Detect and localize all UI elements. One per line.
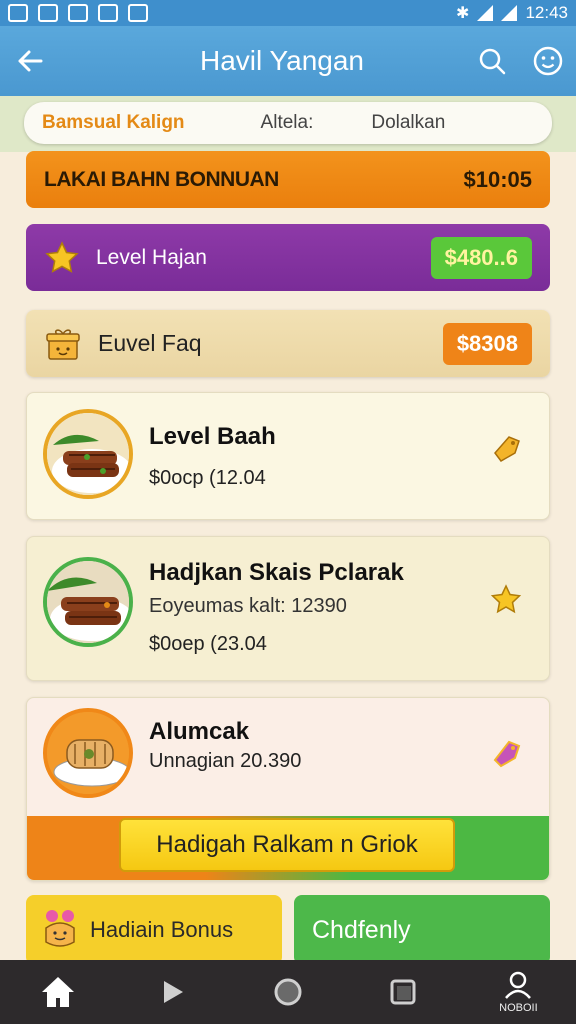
profile-menu-button[interactable] [520,26,576,96]
nav-square[interactable] [346,960,461,1024]
promo-label: LAKAI BAHN BONNUAN [44,167,279,191]
fav-card[interactable]: Euvel Faq $8308 [26,310,550,377]
smiley-icon [533,46,563,76]
promo-amount: $10:05 [463,166,532,192]
nav-profile[interactable]: NOBOII [461,960,576,1024]
fav-label: Euvel Faq [98,330,202,356]
nav-home[interactable] [0,960,115,1024]
nav-circle[interactable] [230,960,345,1024]
food-detail: Eoyeumas kalt: 12390 [149,595,347,617]
level-card[interactable]: Level Hajan $480..6 [26,224,550,291]
food-price: $0ocp (12.04 [149,467,266,489]
star-icon [45,240,79,273]
tab-bar: Bamsual Kalign Altela: Dolalkan [24,102,552,144]
nav-profile-label: NOBOII [499,1002,538,1014]
home-icon [41,977,74,1007]
status-bar: ✱ 12:43 [0,0,576,26]
arrow-left-icon [18,50,43,72]
food-image [43,708,133,798]
tag-icon[interactable] [489,736,523,770]
play-icon [163,981,183,1003]
food-item[interactable]: Alumcak Unnagian 20.390 Hadigah Ralkam n… [26,697,550,881]
profile-icon [505,971,532,999]
status-time: 12:43 [525,3,568,22]
tabs-strip: Bamsual Kalign Altela: Dolalkan [0,96,576,152]
page-title: Havil Yangan [200,45,364,76]
banner-button[interactable]: Hadigah Ralkam n Griok [119,818,455,872]
green-label: Chdfenly [312,915,411,944]
app-bar: Havil Yangan [0,26,576,96]
tag-icon[interactable] [489,431,523,465]
search-button[interactable] [464,26,520,96]
notification-icon [8,4,28,22]
food-image [43,409,133,499]
tab-dolalkan[interactable]: Dolalkan [371,112,445,134]
notification-icon [38,4,58,22]
square-icon [390,979,416,1005]
circle-icon [274,978,302,1006]
food-item[interactable]: Level Baah $0ocp (12.04 [26,392,550,520]
food-title: Alumcak [149,718,250,745]
notification-icon [128,4,148,22]
promo-card[interactable]: LAKAI BAHN BONNUAN $10:05 [26,151,550,208]
notification-icon [68,4,88,22]
bonus-button[interactable]: Hadiain Bonus [26,895,282,965]
notification-icon [98,4,118,22]
tab-altela[interactable]: Altela: [261,112,314,134]
back-button[interactable] [0,26,60,96]
bonus-label: Hadiain Bonus [90,917,234,942]
green-button[interactable]: Chdfenly [294,895,550,965]
notification-icons [8,4,148,22]
food-price: $0oep (23.04 [149,633,267,655]
fav-badge: $8308 [442,322,532,365]
wifi-icon [477,5,494,21]
bluetooth-icon: ✱ [456,5,470,22]
star-icon[interactable] [489,583,523,617]
food-title: Hadjkan Skais Pclarak [149,559,404,586]
signal-icon [501,5,518,21]
nav-play[interactable] [115,960,230,1024]
food-title: Level Baah [149,423,276,450]
food-item[interactable]: Hadjkan Skais Pclarak Eoyeumas kalt: 123… [26,536,550,681]
bottom-nav: NOBOII [0,960,576,1024]
gift-box-icon [46,328,80,360]
level-badge: $480..6 [430,236,532,279]
banner-label: Hadigah Ralkam n Griok [156,831,418,858]
search-icon [479,48,506,75]
level-label: Level Hajan [96,245,207,269]
food-image [43,557,133,647]
mascot-icon [45,910,75,947]
food-detail: Unnagian 20.390 [149,750,302,772]
tab-bamsual-kalign[interactable]: Bamsual Kalign [42,112,185,134]
